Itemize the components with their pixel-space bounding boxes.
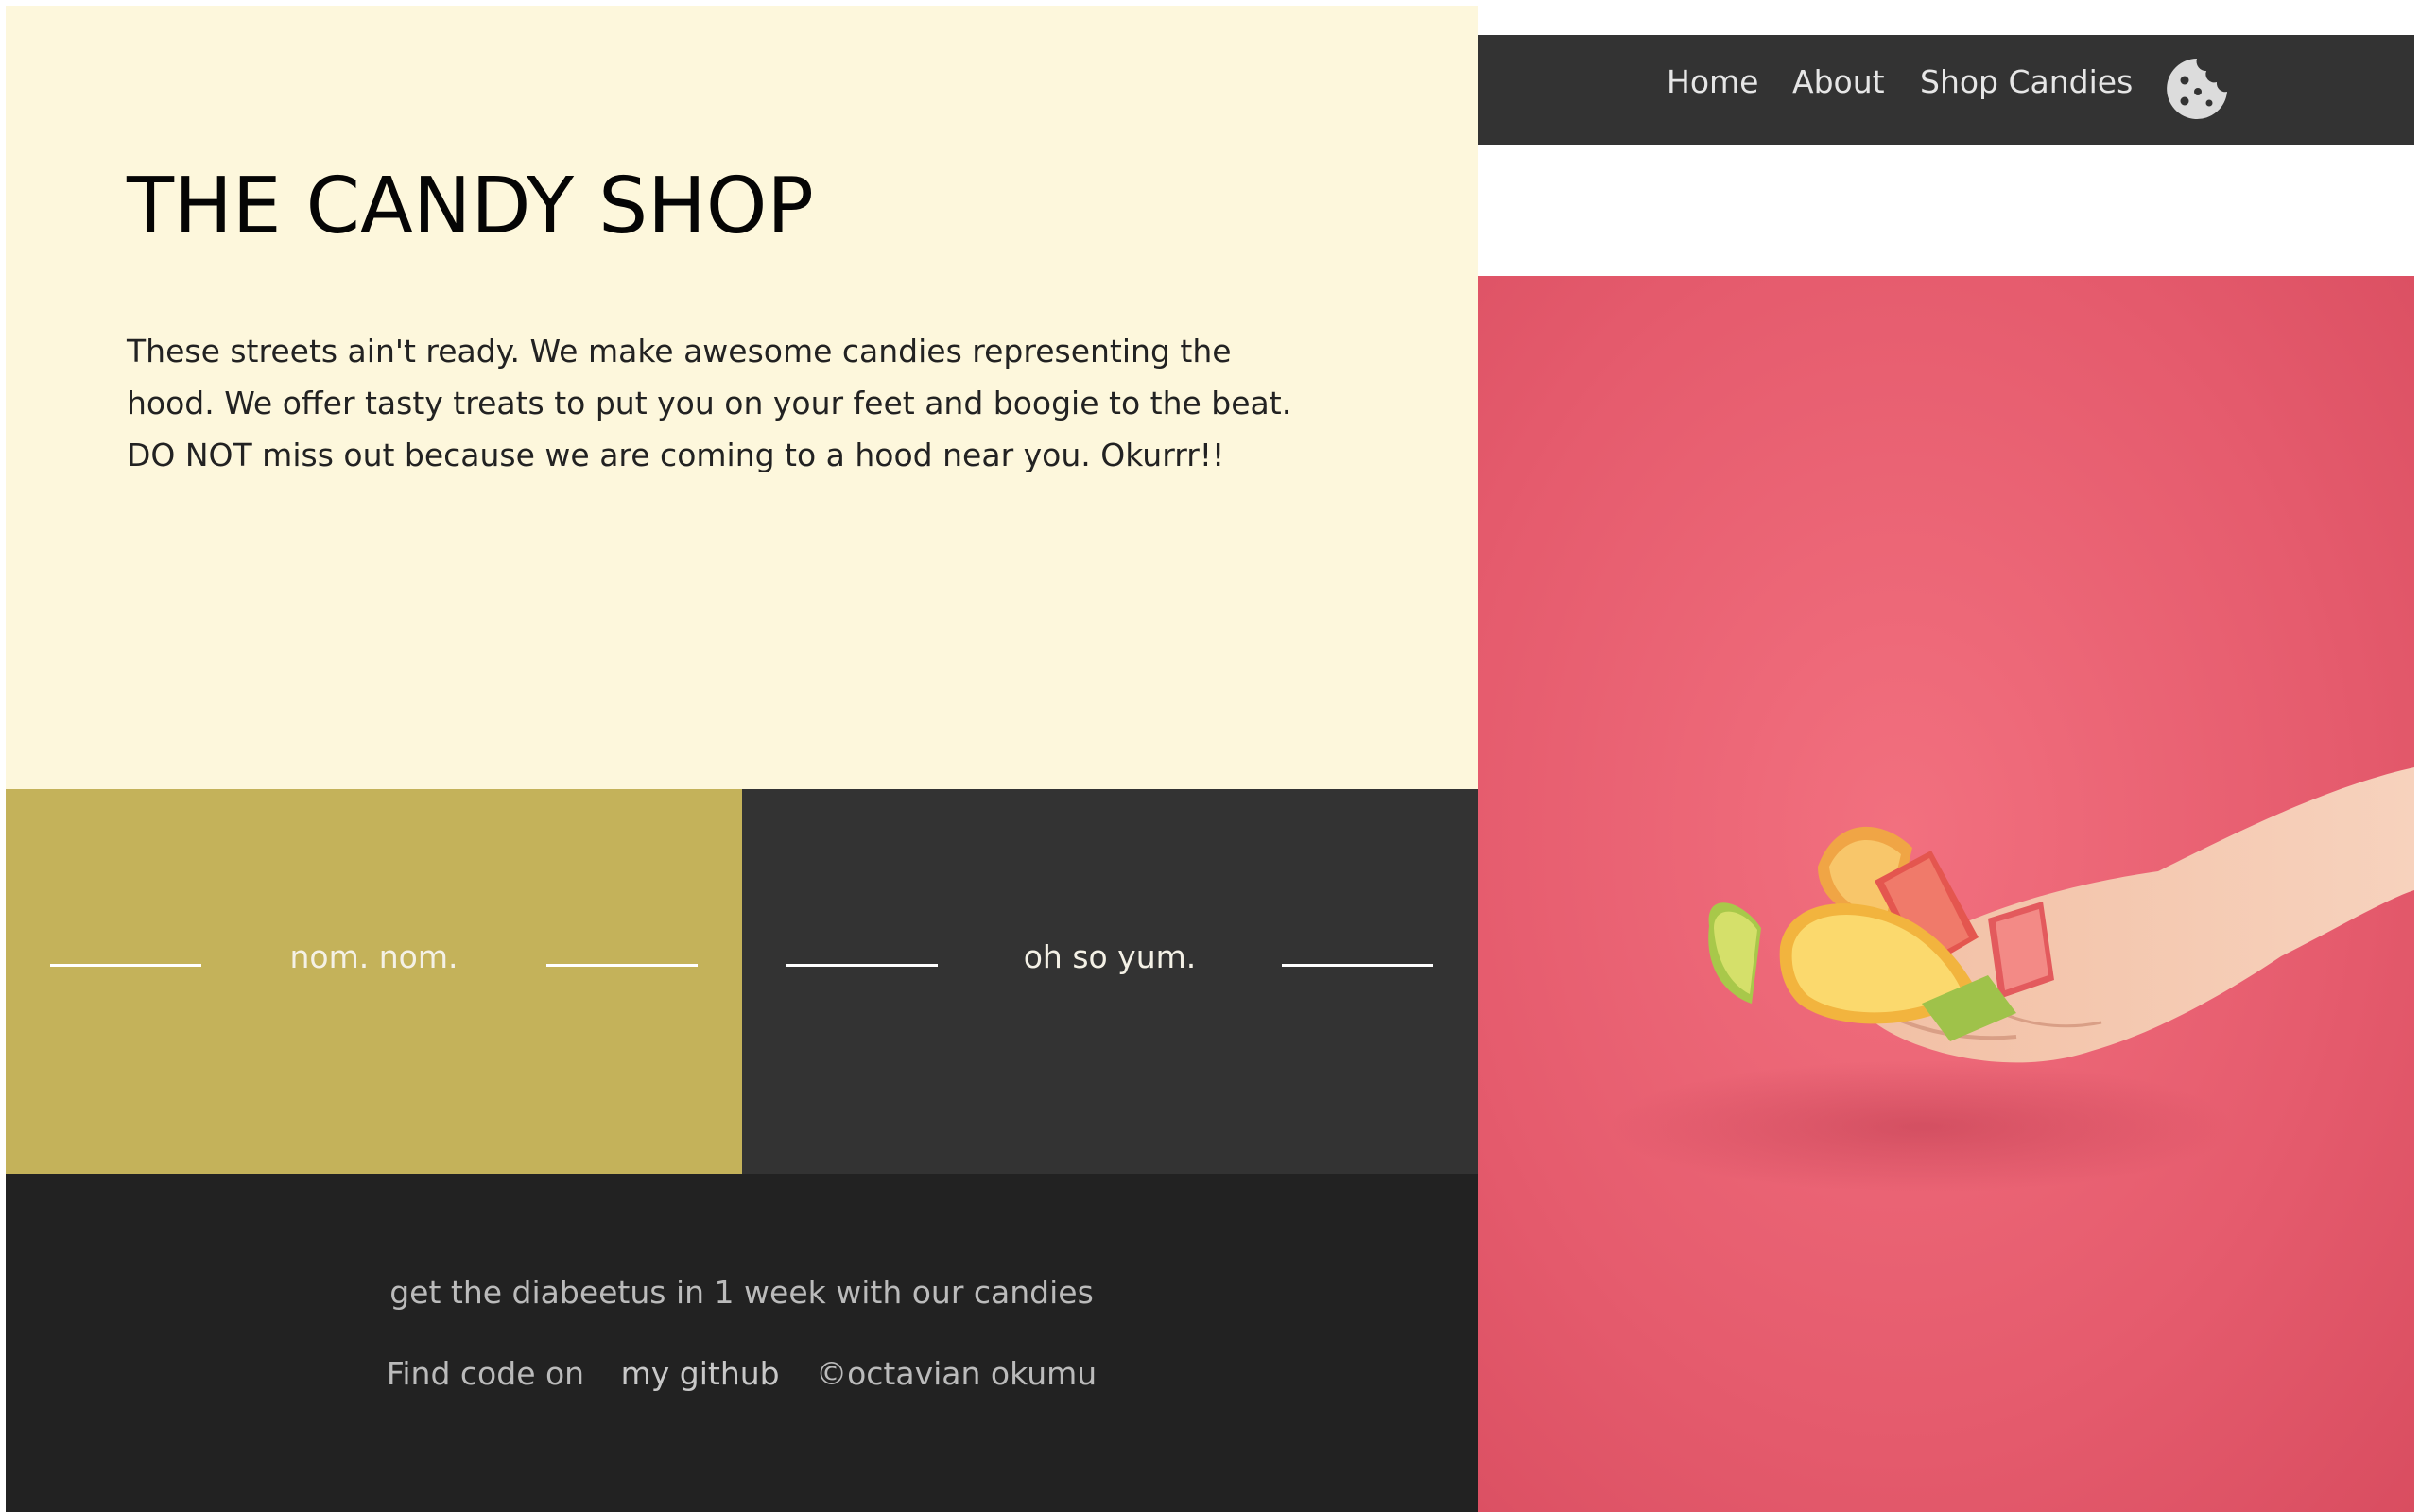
- github-link[interactable]: my github: [621, 1355, 780, 1392]
- footer-tagline: get the diabeetus in 1 week with our can…: [389, 1274, 1094, 1311]
- candy-photo: [1478, 276, 2414, 1512]
- candy-photo-illustration: [1478, 276, 2414, 1512]
- left-column: THE CANDY SHOP These streets ain't ready…: [6, 6, 1478, 1512]
- tile-nom-nom: nom. nom.: [6, 789, 742, 1174]
- find-code-label: Find code on: [386, 1355, 585, 1392]
- navbar: Home About Shop Candies: [1478, 35, 2414, 145]
- nav-about[interactable]: About: [1792, 63, 1885, 100]
- tile-label: nom. nom.: [289, 938, 458, 975]
- footer-links: Find code on my github ©octavian okumu: [6, 1355, 1478, 1392]
- copyright-text: ©octavian okumu: [816, 1355, 1098, 1392]
- hero-section: THE CANDY SHOP These streets ain't ready…: [6, 6, 1478, 789]
- nav-shop-candies[interactable]: Shop Candies: [1920, 63, 2133, 100]
- footer: get the diabeetus in 1 week with our can…: [6, 1174, 1478, 1512]
- hero-description: These streets ain't ready. We make aweso…: [127, 333, 1292, 473]
- page-title: THE CANDY SHOP: [127, 162, 814, 251]
- tile-label: oh so yum.: [1023, 938, 1197, 975]
- tile-oh-so-yum: oh so yum.: [742, 789, 1478, 1174]
- divider-right: [1282, 964, 1433, 967]
- cookie-icon[interactable]: [2164, 56, 2230, 122]
- divider-right: [546, 964, 698, 967]
- nav-home[interactable]: Home: [1667, 63, 1758, 100]
